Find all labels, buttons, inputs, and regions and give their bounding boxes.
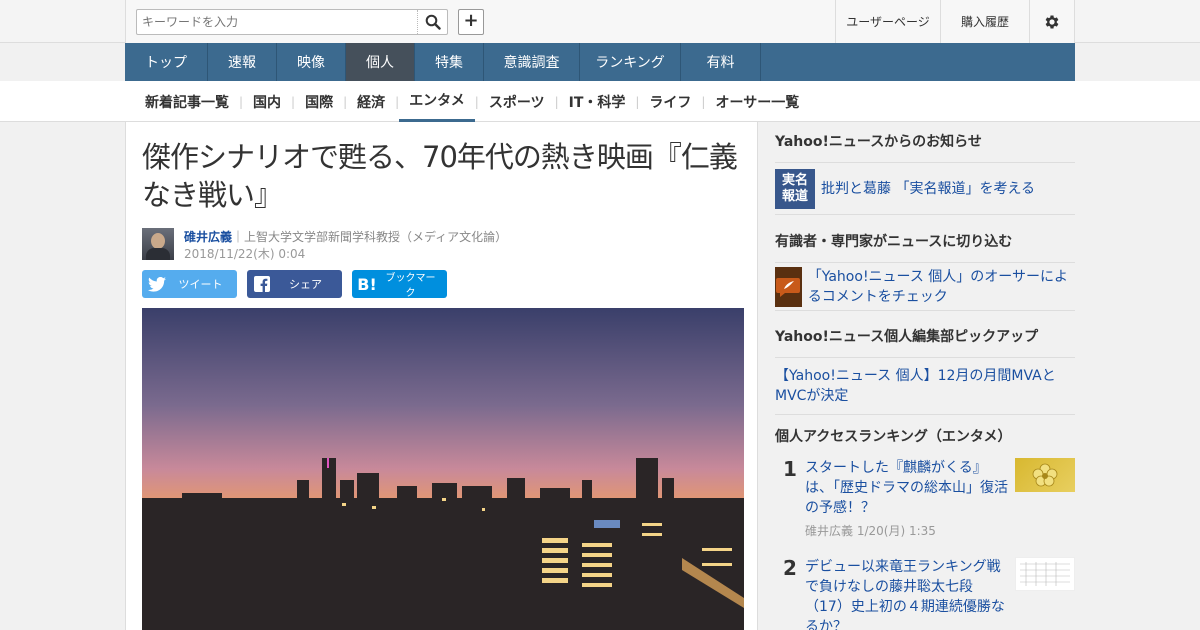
comment-icon (775, 266, 802, 307)
gnav-survey[interactable]: 意識調査 (484, 43, 580, 81)
search-icon (425, 14, 441, 30)
ranking-thumbnail[interactable] (1015, 458, 1075, 492)
tweet-label: ツイート (178, 278, 223, 291)
author-avatar[interactable] (142, 228, 174, 260)
ranking-meta: 碓井広義 1/20(月) 1:35 (805, 524, 936, 538)
sub-nav-bar: 新着記事一覧 | 国内 | 国際 | 経済 | エンタメ | スポーツ | IT・科学 | ラ… (0, 81, 1200, 122)
ranking-item[interactable]: 1 スタートした『麒麟がくる』は、「歴史ドラマの総本山」復活の予感！？ 碓井広義… (775, 458, 1075, 539)
twitter-icon (148, 276, 166, 292)
badge-text: 実名報道 (781, 172, 808, 204)
author-name[interactable]: 碓井広義 (184, 230, 232, 244)
gnav-ranking[interactable]: ランキング (580, 43, 681, 81)
notice-section: Yahoo!ニュースからのお知らせ 実名報道 批判と葛藤 「実名報道」を考える (775, 122, 1075, 215)
ranking-heading: 個人アクセスランキング（エンタメ） (775, 429, 1012, 445)
sub-nav: 新着記事一覧 | 国内 | 国際 | 経済 | エンタメ | スポーツ | IT・科学 | ラ… (135, 81, 809, 122)
plus-icon: + (463, 10, 479, 31)
author-description: ｜上智大学文学部新聞学科教授（メディア文化論） (232, 230, 508, 244)
share-buttons: ツイート シェア B! ブックマーク (142, 270, 447, 299)
tweet-button[interactable]: ツイート (142, 270, 237, 298)
ranking-section: 個人アクセスランキング（エンタメ） 1 スタートした『麒麟がくる』は、「歴史ドラ… (775, 417, 1075, 630)
ranking-title[interactable]: スタートした『麒麟がくる』は、「歴史ドラマの総本山」復活の予感！？ (805, 458, 1010, 518)
rank-number: 2 (783, 556, 797, 580)
bookmark-label: ブックマーク (385, 273, 436, 299)
global-nav: トップ 速報 映像 個人 特集 意識調査 ランキング 有料 (125, 43, 1075, 81)
pickup-link[interactable]: 【Yahoo!ニュース 個人】12月の月間MVAとMVCが決定 (775, 358, 1075, 415)
subnav-life[interactable]: ライフ (639, 81, 701, 122)
facebook-share-button[interactable]: シェア (247, 270, 342, 298)
notice-heading: Yahoo!ニュースからのお知らせ (775, 122, 1075, 163)
subnav-new-articles[interactable]: 新着記事一覧 (135, 81, 239, 122)
hatena-bookmark-button[interactable]: B! ブックマーク (352, 270, 447, 299)
experts-heading: 有識者・専門家がニュースに切り込む (775, 222, 1075, 263)
top-bar: + ユーザーページ 購入履歴 (125, 0, 1075, 43)
experts-section: 有識者・専門家がニュースに切り込む 「Yahoo!ニュース 個人」のオーサーによ… (775, 222, 1075, 311)
share-label: シェア (289, 278, 322, 291)
notice-link[interactable]: 批判と葛藤 「実名報道」を考える (821, 179, 1035, 199)
ranking-title[interactable]: デビュー以来竜王ランキング戦で負けなしの藤井聡太七段（17）史上初の４期連続優勝… (805, 557, 1010, 630)
subnav-entertainment[interactable]: エンタメ (399, 81, 475, 122)
rank-number: 1 (783, 457, 797, 481)
pickup-section: Yahoo!ニュース個人編集部ピックアップ 【Yahoo!ニュース 個人】12月… (775, 317, 1075, 415)
subnav-international[interactable]: 国際 (295, 81, 343, 122)
hatena-icon: B! (357, 274, 377, 294)
subnav-domestic[interactable]: 国内 (243, 81, 291, 122)
article-main: 傑作シナリオで甦る、70年代の熱き映画『仁義なき戦い』 碓井広義｜上智大学文学部… (125, 122, 758, 630)
ranking-thumbnail[interactable] (1015, 557, 1075, 591)
subnav-it-science[interactable]: IT・科学 (559, 81, 636, 122)
article-date: 2018/11/22(木) 0:04 (184, 247, 306, 261)
gnav-video[interactable]: 映像 (277, 43, 346, 81)
add-button[interactable]: + (458, 9, 484, 35)
article-title: 傑作シナリオで甦る、70年代の熱き映画『仁義なき戦い』 (142, 140, 738, 212)
purchase-history-link[interactable]: 購入履歴 (940, 0, 1029, 43)
pickup-heading: Yahoo!ニュース個人編集部ピックアップ (775, 317, 1075, 358)
settings-button[interactable] (1029, 0, 1074, 43)
subnav-economy[interactable]: 経済 (347, 81, 395, 122)
gnav-paid[interactable]: 有料 (681, 43, 761, 81)
gnav-top[interactable]: トップ (125, 43, 208, 81)
facebook-icon (254, 276, 270, 292)
experts-link[interactable]: 「Yahoo!ニュース 個人」のオーサーによるコメントをチェック (808, 267, 1075, 307)
subnav-sports[interactable]: スポーツ (479, 81, 555, 122)
gear-icon (1045, 14, 1059, 29)
gnav-features[interactable]: 特集 (415, 43, 484, 81)
subnav-authors[interactable]: オーサー一覧 (705, 81, 809, 122)
search-input[interactable] (137, 10, 413, 34)
user-page-link[interactable]: ユーザーページ (835, 0, 940, 43)
search-button[interactable] (417, 10, 447, 34)
gnav-individual[interactable]: 個人 (346, 43, 415, 81)
notice-item[interactable]: 実名報道 批判と葛藤 「実名報道」を考える (775, 163, 1075, 215)
jitsumei-badge: 実名報道 (775, 168, 815, 209)
gnav-breaking[interactable]: 速報 (208, 43, 277, 81)
search-box (136, 9, 448, 35)
sidebar: Yahoo!ニュースからのお知らせ 実名報道 批判と葛藤 「実名報道」を考える … (759, 122, 1089, 630)
experts-item[interactable]: 「Yahoo!ニュース 個人」のオーサーによるコメントをチェック (775, 263, 1075, 311)
ranking-item[interactable]: 2 デビュー以来竜王ランキング戦で負けなしの藤井聡太七段（17）史上初の４期連続… (775, 539, 1075, 630)
article-photo (142, 308, 744, 630)
